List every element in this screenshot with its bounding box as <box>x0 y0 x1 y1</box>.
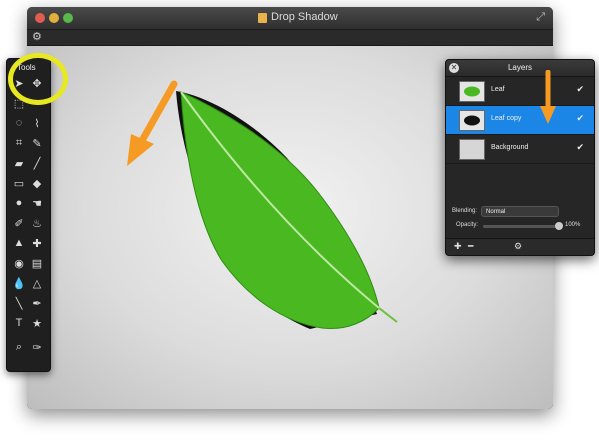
layer-name: Background <box>491 144 529 151</box>
sponge-tool-icon[interactable]: ▤ <box>29 255 45 271</box>
close-window-button[interactable] <box>35 13 45 23</box>
blob-tool-icon[interactable]: ● <box>11 195 27 211</box>
opacity-label: Opacity: <box>456 222 479 228</box>
document-icon <box>258 13 267 23</box>
visibility-check-icon[interactable]: ✔ <box>576 113 584 124</box>
line-tool-icon[interactable]: ╲ <box>11 295 27 311</box>
visibility-check-icon[interactable]: ✔ <box>576 84 584 95</box>
delete-layer-icon[interactable]: ━ <box>468 241 473 252</box>
gear-icon[interactable]: ⚙ <box>514 241 522 252</box>
sharpen-tool-icon[interactable]: △ <box>29 275 45 291</box>
crop-tool-icon[interactable]: ⌗ <box>11 135 27 151</box>
minimize-window-button[interactable] <box>49 13 59 23</box>
layer-thumbnail <box>459 81 485 102</box>
blur-tool-icon[interactable]: 💧 <box>11 275 27 291</box>
leaf <box>180 91 380 330</box>
opacity-slider-knob[interactable] <box>555 222 563 230</box>
opacity-value: 100% <box>565 222 581 228</box>
pen-tool-icon[interactable]: ✎ <box>29 135 45 151</box>
layer-row-background[interactable]: Background ✔ <box>446 135 594 164</box>
layers-footer: ✚ ━ ⚙ <box>446 238 594 255</box>
layer-name: Leaf <box>491 86 505 93</box>
fill-tool-icon[interactable]: ◆ <box>29 175 45 191</box>
layer-row-leaf[interactable]: Leaf ✔ <box>446 77 594 106</box>
move-tool-highlight <box>8 53 68 105</box>
orange-down-arrow <box>540 70 556 124</box>
blending-label: Blending: <box>452 208 478 214</box>
zoom-window-button[interactable] <box>63 13 73 23</box>
title-bar: Drop Shadow ⤢ <box>27 7 553 30</box>
shape-tool-icon[interactable]: ★ <box>29 315 45 331</box>
toolbar: ⚙ <box>27 30 553 46</box>
blending-row: Blending: Normal <box>446 206 594 220</box>
layer-name: Leaf copy <box>491 115 522 122</box>
smudge-tool-icon[interactable]: ☚ <box>29 195 45 211</box>
blending-select[interactable]: Normal <box>481 206 559 217</box>
color-picker-icon[interactable]: ✑ <box>29 339 45 355</box>
layers-panel: ✕ Layers Leaf ✔ Leaf copy ✔ Background ✔… <box>445 59 595 256</box>
fullscreen-icon[interactable]: ⤢ <box>536 11 545 24</box>
eyedropper-tool-icon[interactable]: ✒ <box>29 295 45 311</box>
arrow-to-shadow <box>135 80 178 150</box>
layers-header: ✕ Layers <box>446 60 594 77</box>
add-layer-icon[interactable]: ✚ <box>454 241 462 252</box>
window-title: Drop Shadow <box>271 11 338 23</box>
layer-row-leaf-copy[interactable]: Leaf copy ✔ <box>446 106 594 135</box>
dodge-tool-icon[interactable]: ✐ <box>11 215 27 231</box>
burn-tool-icon[interactable]: ♨ <box>29 215 45 231</box>
magnetic-lasso-icon[interactable]: ⌇ <box>29 115 45 131</box>
layers-title: Layers <box>507 63 532 72</box>
gear-icon[interactable]: ⚙ <box>32 30 42 43</box>
brush-tool-icon[interactable]: ╱ <box>29 155 45 171</box>
text-tool-icon[interactable]: T <box>11 315 27 331</box>
eraser-tool-icon[interactable]: ▰ <box>11 155 27 171</box>
stamp-tool-icon[interactable]: ▲ <box>11 235 27 251</box>
zoom-tool-icon[interactable]: ⌕ <box>11 339 27 355</box>
lasso-tool-icon[interactable]: ◌ <box>11 115 27 131</box>
heal-tool-icon[interactable]: ✚ <box>29 235 45 251</box>
red-eye-tool-icon[interactable]: ◉ <box>11 255 27 271</box>
tools-panel: Tools ➤ ✥ ⬚ ◌ ⌇ ⌗ ✎ ▰ ╱ ▭ ◆ ● ☚ ✐ ♨ ▲ ✚ … <box>6 58 51 372</box>
gradient-tool-icon[interactable]: ▭ <box>11 175 27 191</box>
layer-thumbnail <box>459 110 485 131</box>
visibility-check-icon[interactable]: ✔ <box>576 142 584 153</box>
opacity-slider[interactable] <box>483 222 563 230</box>
layer-thumbnail <box>459 139 485 160</box>
